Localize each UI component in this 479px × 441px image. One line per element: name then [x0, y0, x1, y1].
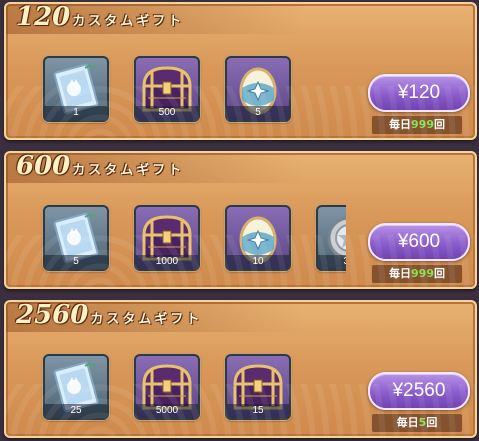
buy-button-2560[interactable]: ¥2560	[368, 372, 470, 410]
limit-prefix: 毎日	[389, 118, 412, 131]
limit-suffix: 回	[433, 118, 445, 131]
item-count: 15	[227, 404, 289, 418]
gift-pack-600: 600カスタムギフト 5 1000 10 30 ¥600 毎日999回	[4, 151, 477, 289]
limit-suffix: 回	[426, 416, 438, 429]
item-count: 5	[227, 106, 289, 120]
item-ticket[interactable]: 5	[43, 205, 109, 271]
limit-prefix: 毎日	[389, 267, 412, 280]
item-count: 1	[45, 106, 107, 120]
item-treasure-chest[interactable]: 5000	[134, 354, 200, 420]
daily-limit: 毎日999回	[372, 265, 462, 283]
item-count: 5	[45, 255, 107, 269]
limit-prefix: 毎日	[396, 416, 419, 429]
item-ticket[interactable]: 25	[43, 354, 109, 420]
item-count: 5000	[136, 404, 198, 418]
item-count: 1000	[136, 255, 198, 269]
item-count: 25	[45, 404, 107, 418]
limit-count: 999	[411, 267, 434, 280]
limit-count: 999	[411, 118, 434, 131]
item-count: 30	[318, 255, 346, 269]
item-count: 500	[136, 106, 198, 120]
item-silver-coin[interactable]: 30	[316, 205, 346, 271]
item-egg[interactable]: 10	[225, 205, 291, 271]
buy-button-120[interactable]: ¥120	[368, 74, 470, 112]
item-treasure-chest[interactable]: 15	[225, 354, 291, 420]
buy-button-600[interactable]: ¥600	[368, 223, 470, 261]
item-egg[interactable]: 5	[225, 56, 291, 122]
item-ticket[interactable]: 1	[43, 56, 109, 122]
item-count: 10	[227, 255, 289, 269]
gift-pack-2560: 2560 カスタムギフト 25 5000 15 ¥2560 毎日5回	[4, 300, 477, 438]
gift-pack-120: 120 カスタムギフト 1 500 5 ¥120 毎日999回	[4, 2, 477, 140]
item-treasure-chest[interactable]: 500	[134, 56, 200, 122]
limit-suffix: 回	[433, 267, 445, 280]
daily-limit: 毎日999回	[372, 116, 462, 134]
item-treasure-chest[interactable]: 1000	[134, 205, 200, 271]
daily-limit: 毎日5回	[372, 414, 462, 432]
